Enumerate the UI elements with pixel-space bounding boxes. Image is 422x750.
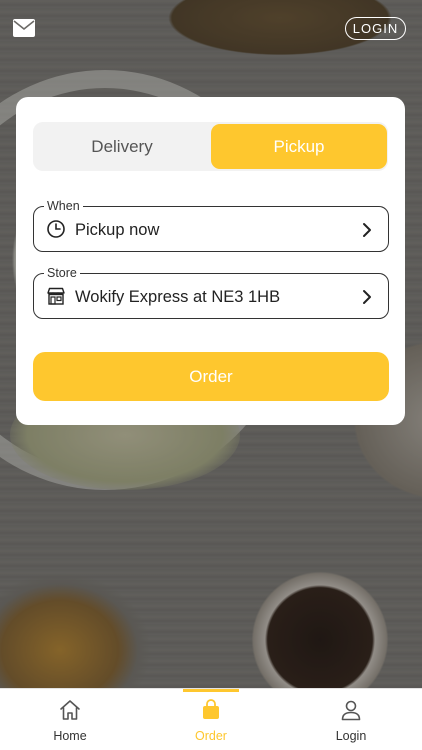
pickup-option-button[interactable]: Pickup [211, 124, 387, 169]
shopping-bag-icon [203, 699, 219, 719]
mail-button[interactable] [12, 18, 36, 38]
home-icon [60, 700, 80, 720]
when-label: When [44, 198, 83, 214]
order-button[interactable]: Order [33, 352, 389, 401]
nav-home-label: Home [53, 729, 87, 743]
nav-login-label: Login [335, 729, 367, 743]
user-icon [341, 700, 361, 721]
delivery-option-button[interactable]: Delivery [33, 122, 211, 171]
chevron-right-icon [363, 290, 371, 304]
when-selector[interactable]: When Pickup now [33, 198, 389, 252]
when-value: Pickup now [75, 221, 160, 239]
nav-order-label: Order [195, 729, 227, 743]
clock-icon [47, 220, 65, 238]
order-options-card: Delivery Pickup When Pickup now Store Wo… [16, 97, 405, 425]
envelope-icon [13, 19, 35, 37]
storefront-icon [47, 287, 65, 305]
nav-home[interactable]: Home [0, 689, 140, 750]
nav-login[interactable]: Login [281, 689, 421, 750]
nav-order[interactable]: Order [141, 689, 281, 750]
store-label: Store [44, 265, 80, 281]
active-tab-indicator [183, 689, 239, 692]
header-login-button[interactable]: LOGIN [345, 17, 406, 40]
order-mode-toggle: Delivery Pickup [33, 122, 388, 171]
bottom-navigation: Home Order Login [0, 688, 422, 750]
store-selector[interactable]: Store Wokify Express at NE3 1HB [33, 265, 389, 319]
chevron-right-icon [363, 223, 371, 237]
store-value: Wokify Express at NE3 1HB [75, 288, 281, 306]
